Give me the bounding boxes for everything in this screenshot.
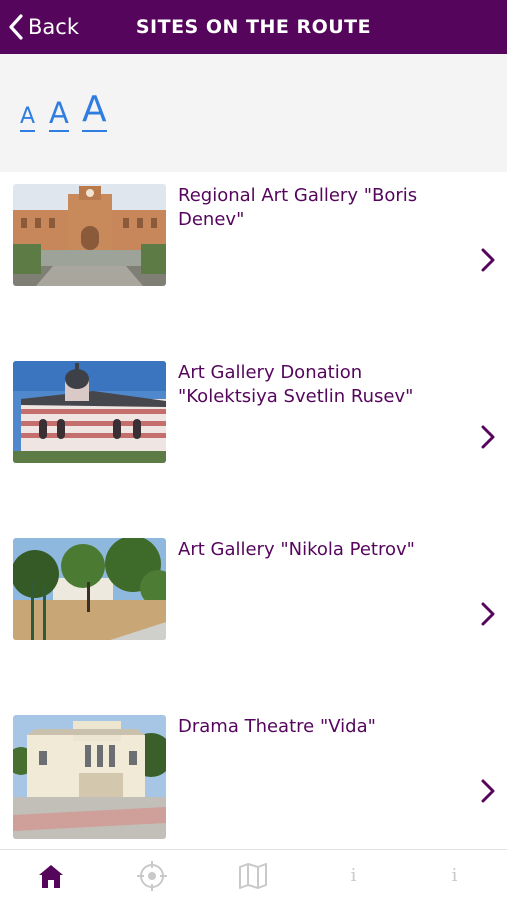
tab-location[interactable]: [101, 850, 202, 901]
site-list-item[interactable]: Regional Art Gallery "Boris Denev": [0, 172, 507, 350]
font-size-medium-label: A: [49, 96, 69, 130]
tab-map[interactable]: [202, 850, 303, 901]
page-title: SITES ON THE ROUTE: [135, 16, 372, 38]
location-target-icon: [136, 860, 167, 891]
font-size-medium-button[interactable]: A: [49, 99, 69, 132]
font-size-large-button[interactable]: A: [82, 92, 107, 132]
font-size-small-label: A: [20, 104, 36, 129]
site-thumbnail: [13, 715, 166, 839]
site-thumbnail: [13, 538, 166, 640]
tab-info-2[interactable]: i: [404, 850, 505, 901]
site-thumbnail: [13, 184, 166, 286]
home-icon: [38, 864, 63, 888]
font-size-medium-underline: [49, 130, 69, 132]
info-icon: i: [350, 865, 357, 886]
header-bar: Back SITES ON THE ROUTE: [0, 0, 507, 54]
site-list-item[interactable]: Art Gallery Donation "Kolektsiya Svetlin…: [0, 349, 507, 527]
site-title: Drama Theatre "Vida": [178, 716, 376, 737]
bottom-tab-bar: i i: [0, 849, 507, 901]
site-title: Regional Art Gallery "Boris Denev": [178, 185, 418, 230]
font-size-large-label: A: [82, 89, 107, 130]
chevron-right-icon: [481, 248, 495, 272]
chevron-right-icon: [481, 425, 495, 449]
map-icon: [238, 862, 267, 889]
chevron-right-icon: [481, 779, 495, 803]
site-title: Art Gallery "Nikola Petrov": [178, 539, 415, 560]
tab-home[interactable]: [0, 850, 101, 901]
chevron-right-icon: [481, 602, 495, 626]
info-icon: i: [451, 865, 458, 886]
font-size-bar: A A A: [0, 54, 507, 172]
site-thumbnail: [13, 361, 166, 463]
site-title: Art Gallery Donation "Kolektsiya Svetlin…: [178, 362, 414, 407]
font-size-large-underline: [82, 130, 107, 132]
font-size-small-underline: [20, 130, 36, 132]
site-list-item[interactable]: Art Gallery "Nikola Petrov": [0, 526, 507, 704]
tab-info-1[interactable]: i: [303, 850, 404, 901]
font-size-small-button[interactable]: A: [20, 104, 36, 132]
